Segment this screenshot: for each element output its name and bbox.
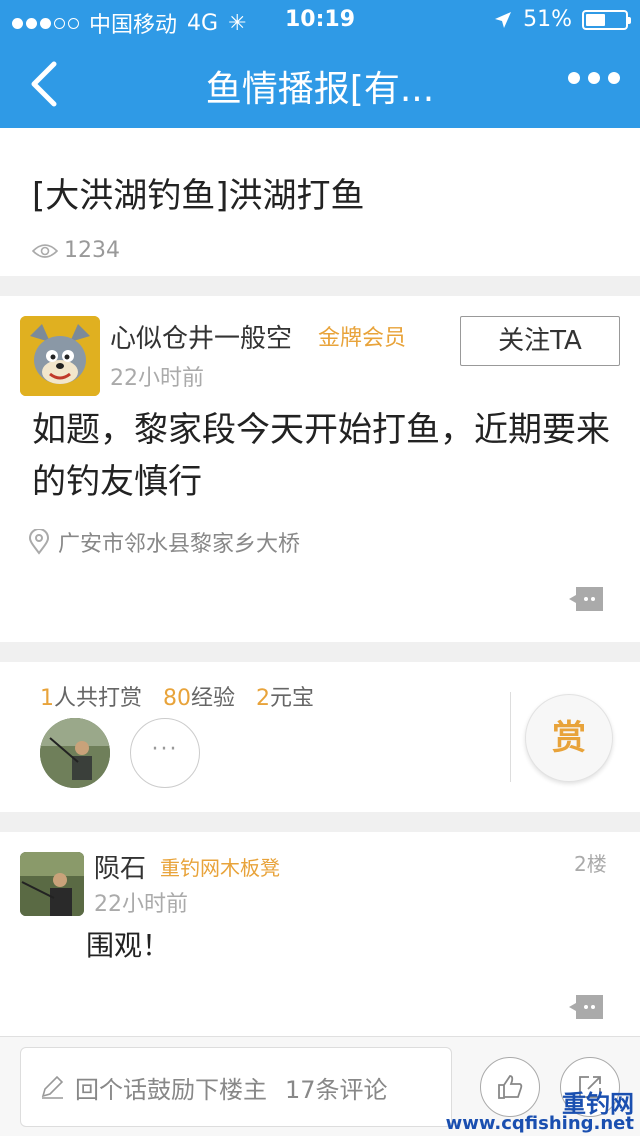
reward-count: 1	[40, 686, 54, 711]
nav-bar: 鱼情播报[有...	[0, 40, 640, 128]
nav-title: 鱼情播报[有...	[205, 69, 435, 110]
view-count-value: 1234	[64, 238, 120, 263]
replier-avatar[interactable]	[20, 852, 84, 916]
view-count: 1234	[32, 238, 120, 263]
reply-input[interactable]: 回个话鼓励下楼主 17条评论	[20, 1047, 452, 1127]
reward-count-label: 人共打赏	[54, 686, 143, 711]
reward-coins: 2	[256, 686, 270, 711]
poster-username[interactable]: 心似仓井一般空	[110, 318, 292, 355]
reward-button[interactable]: 赏	[525, 694, 613, 782]
reward-summary: 1人共打赏 80经验 2元宝	[40, 680, 314, 712]
follow-button[interactable]: 关注TA	[460, 316, 620, 366]
back-chevron-icon[interactable]	[26, 60, 66, 108]
replier-badge: 重钓网木板凳	[160, 856, 280, 880]
comment-bubble-icon[interactable]	[568, 994, 604, 1020]
more-rewarders-button[interactable]: ···	[130, 718, 200, 788]
reply-time: 22小时前	[94, 892, 188, 917]
watermark-url: www.cqfishing.net	[445, 1113, 634, 1134]
reply-content: 围观！	[86, 929, 171, 962]
location-arrow-icon	[495, 11, 512, 28]
bottom-bar: 回个话鼓励下楼主 17条评论 重钓网 www.cqfishing.net	[0, 1036, 640, 1136]
post-content: 如题，黎家段今天开始打鱼，近期要来的钓友慎行	[32, 410, 610, 502]
reward-exp-label: 经验	[191, 686, 236, 711]
thread-header: [大洪湖钓鱼]洪湖打鱼 1234	[0, 128, 640, 276]
reward-coins-label: 元宝	[270, 686, 315, 711]
reply-placeholder: 回个话鼓励下楼主	[75, 1075, 267, 1104]
replier-username[interactable]: 陨石	[94, 848, 146, 885]
post-location: 广安市邻水县黎家乡大桥	[28, 526, 300, 558]
reward-exp: 80	[163, 686, 191, 711]
status-bar: 中国移动 4G ✳ 10:19 51%	[0, 0, 640, 40]
comment-count[interactable]: 17条评论	[285, 1070, 388, 1105]
divider	[510, 692, 511, 782]
more-options-icon[interactable]	[568, 72, 620, 84]
battery-percent: 51%	[523, 7, 572, 32]
reply-post: 陨石 重钓网木板凳 22小时前 2楼 围观！	[0, 832, 640, 1042]
pencil-icon	[41, 1075, 64, 1099]
rewarder-avatar[interactable]	[40, 718, 110, 788]
comment-bubble-icon[interactable]	[568, 586, 604, 612]
battery-icon	[582, 9, 631, 30]
watermark: 重钓网 www.cqfishing.net	[445, 1090, 634, 1134]
reward-section: 1人共打赏 80经验 2元宝 ··· 赏	[0, 662, 640, 812]
floor-number: 2楼	[574, 852, 607, 876]
main-post: 心似仓井一般空 金牌会员 22小时前 关注TA 如题，黎家段今天开始打鱼，近期要…	[0, 296, 640, 642]
poster-badge: 金牌会员	[318, 326, 407, 351]
location-label: 广安市邻水县黎家乡大桥	[58, 532, 301, 557]
post-time: 22小时前	[110, 366, 204, 391]
poster-avatar[interactable]	[20, 316, 100, 396]
location-pin-icon	[28, 529, 50, 555]
watermark-brand: 重钓网	[562, 1090, 634, 1118]
thread-title: [大洪湖钓鱼]洪湖打鱼	[32, 176, 365, 216]
eye-icon	[32, 243, 58, 258]
